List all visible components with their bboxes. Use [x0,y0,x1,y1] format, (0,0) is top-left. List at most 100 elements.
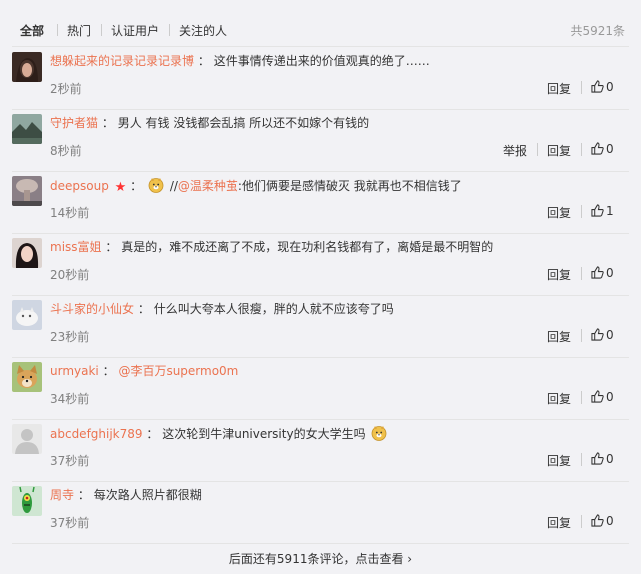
thumbs-up-icon [591,204,604,217]
comment-item: 斗斗家的小仙女 ： 什么叫大夸本人很瘦，胖的人就不应该夸了吗 23秒前 回复 0 [12,295,629,358]
like-button[interactable]: 0 [591,80,614,94]
action-divider [537,143,538,156]
username[interactable]: urmyaki [50,364,99,378]
tab-hot[interactable]: 热门 [67,22,91,39]
like-button[interactable]: 0 [591,452,614,466]
tab-divider [57,24,58,36]
comment-time: 23秒前 [50,330,90,344]
like-button[interactable]: 0 [591,142,614,156]
like-count: 0 [606,390,614,404]
like-button[interactable]: 0 [591,390,614,404]
comment-item: 想躲起来的记录记录记录博 ： 这件事情传递出来的价值观真的绝了…… 2秒前 回复… [12,47,629,110]
comment-item: 周寺 ： 每次路人照片都很糊 37秒前 回复 0 [12,481,629,544]
comment-text: 斗斗家的小仙女 ： 什么叫大夸本人很瘦，胖的人就不应该夸了吗 [50,301,589,317]
reply-button[interactable]: 回复 [547,390,571,407]
repost-prefix: // [169,179,178,193]
comment-item: deepsoup ★ ： //@温柔种茧:他们俩要是感情破灭 我就再也不相信钱了… [12,171,629,234]
avatar[interactable] [12,114,42,144]
like-button[interactable]: 0 [591,514,614,528]
comment-body: 这次轮到牛津university的女大学生吗 [162,427,366,441]
like-count: 0 [606,142,614,156]
comment-time: 37秒前 [50,516,90,530]
action-divider [581,81,582,94]
mention-link[interactable]: @李百万supermo0m [118,364,238,378]
username[interactable]: 想躲起来的记录记录记录博 [50,54,194,68]
comment-body: 这件事情传递出来的价值观真的绝了…… [213,54,430,68]
username[interactable]: 斗斗家的小仙女 [50,302,134,316]
thumbs-up-icon [591,390,604,403]
comment-body: 男人 有钱 没钱都会乱搞 所以还不如嫁个有钱的 [117,116,370,130]
colon: ： [137,302,150,316]
doge-emoji-icon [148,178,164,193]
avatar[interactable] [12,52,42,82]
comment-actions: 回复 0 [547,78,627,96]
username[interactable]: deepsoup [50,179,109,193]
action-divider [581,515,582,528]
tab-all[interactable]: 全部 [20,22,44,39]
reply-button[interactable]: 回复 [547,328,571,345]
thumbs-up-icon [591,452,604,465]
thumbs-up-icon [591,80,604,93]
reply-button[interactable]: 回复 [547,80,571,97]
avatar[interactable] [12,238,42,268]
comment-actions: 举报 回复 0 [503,140,627,158]
like-button[interactable]: 0 [591,266,614,280]
action-divider [581,329,582,342]
like-count: 0 [606,514,614,528]
reply-button[interactable]: 回复 [547,452,571,469]
avatar[interactable] [12,176,42,206]
report-button[interactable]: 举报 [503,142,527,159]
comment-text: deepsoup ★ ： //@温柔种茧:他们俩要是感情破灭 我就再也不相信钱了 [50,177,589,196]
comment-time: 14秒前 [50,206,90,220]
comment-item: abcdefghijk789 ： 这次轮到牛津university的女大学生吗 … [12,419,629,482]
thumbs-up-icon [591,142,604,155]
reply-button[interactable]: 回复 [547,142,571,159]
comment-actions: 回复 0 [547,388,627,406]
comment-text: 守护者猫 ： 男人 有钱 没钱都会乱搞 所以还不如嫁个有钱的 [50,115,589,131]
colon: ： [101,116,114,130]
comment-item: urmyaki ： @李百万supermo0m 34秒前 回复 0 [12,357,629,420]
action-divider [581,391,582,404]
like-button[interactable]: 1 [591,204,614,218]
comment-text: 周寺 ： 每次路人照片都很糊 [50,487,589,503]
comment-item: 守护者猫 ： 男人 有钱 没钱都会乱搞 所以还不如嫁个有钱的 8秒前 举报 回复… [12,109,629,172]
tab-verified[interactable]: 认证用户 [111,22,159,39]
action-divider [581,267,582,280]
tab-divider [169,24,170,36]
comment-text: abcdefghijk789 ： 这次轮到牛津university的女大学生吗 [50,425,589,442]
comment-actions: 回复 1 [547,202,627,220]
reply-button[interactable]: 回复 [547,514,571,531]
tab-following[interactable]: 关注的人 [179,22,227,39]
reply-button[interactable]: 回复 [547,204,571,221]
username[interactable]: 周寺 [50,488,74,502]
avatar[interactable] [12,424,42,454]
avatar[interactable] [12,362,42,392]
avatar[interactable] [12,300,42,330]
comment-text: miss富姐 ： 真是的，难不成还离了不成，现在功利名钱都有了，离婚是最不明智的 [50,239,589,255]
comment-time: 20秒前 [50,268,90,282]
load-more-comments-link[interactable]: 后面还有5911条评论，点击查看 › [0,550,641,567]
username[interactable]: 守护者猫 [50,116,98,130]
comment-filter-tabs: 全部 热门 认证用户 关注的人 共5921条 [12,14,629,47]
comment-item: miss富姐 ： 真是的，难不成还离了不成，现在功利名钱都有了，离婚是最不明智的… [12,233,629,296]
comment-body: :他们俩要是感情破灭 我就再也不相信钱了 [237,179,462,193]
colon: ： [130,179,143,193]
comment-time: 34秒前 [50,392,90,406]
username[interactable]: miss富姐 [50,240,102,254]
comment-count: 共5921条 [570,24,625,38]
colon: ： [105,240,118,254]
like-count: 0 [606,452,614,466]
username[interactable]: abcdefghijk789 [50,427,143,441]
reply-button[interactable]: 回复 [547,266,571,283]
like-button[interactable]: 0 [591,328,614,342]
mention-link[interactable]: @温柔种茧 [178,179,238,193]
comment-actions: 回复 0 [547,512,627,530]
like-count: 0 [606,266,614,280]
colon: ： [197,54,210,68]
comment-text: 想躲起来的记录记录记录博 ： 这件事情传递出来的价值观真的绝了…… [50,53,589,69]
like-count: 0 [606,328,614,342]
avatar[interactable] [12,486,42,516]
thumbs-up-icon [591,328,604,341]
comment-time: 8秒前 [50,144,82,158]
comment-time: 2秒前 [50,82,82,96]
